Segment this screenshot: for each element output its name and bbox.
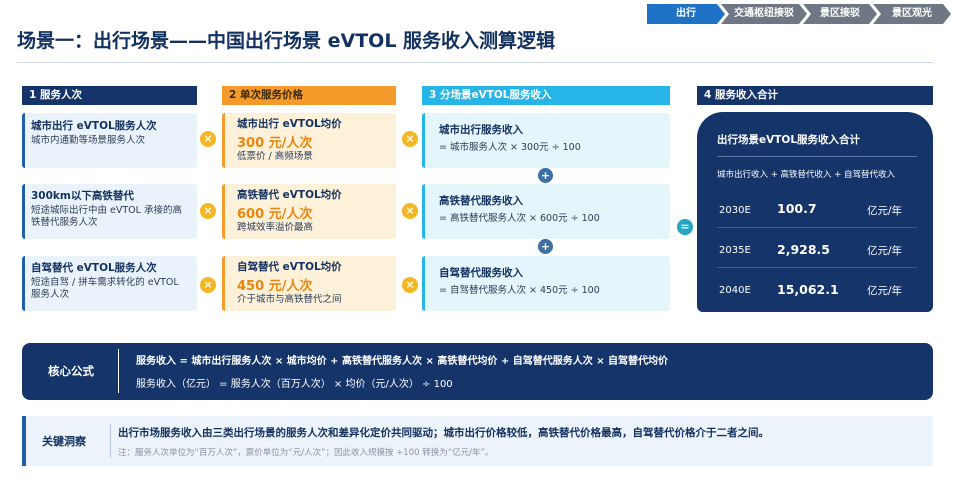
unit-label: 亿元/年 [867, 205, 903, 217]
revenue-total-panel: 出行场景eVTOL服务收入合计 城市出行收入 + 高铁替代收入 + 自驾替代收入… [697, 112, 933, 312]
row-divider [717, 267, 917, 268]
service-title: 300km以下高铁替代 [31, 190, 134, 202]
total-title: 出行场景eVTOL服务收入合计 [717, 134, 861, 146]
multiply-icon: × [200, 203, 216, 219]
revenue-formula: = 自驾替代服务人次 × 450元 ÷ 100 [439, 285, 600, 296]
price-title: 高铁替代 eVTOL均价 [237, 189, 342, 201]
multiply-icon: × [402, 203, 418, 219]
plus-icon: + [538, 168, 553, 183]
insight-note: 注：服务人次单位为“百万人次”，票价单位为“元/人次”；因此收入规模按 ÷100… [118, 448, 494, 458]
unit-label: 亿元/年 [867, 285, 903, 297]
total-value: 2,928.5 [777, 242, 830, 257]
price-value: 300 元/人次 [237, 136, 313, 151]
price-card-city: 城市出行 eVTOL均价 300 元/人次 低票价 / 高频场景 [222, 113, 396, 168]
revenue-card-rail: 高铁替代服务收入 = 高铁替代服务人次 × 600元 ÷ 100 [422, 184, 670, 239]
column-header-revenue-total: 4 服务收入合计 [697, 86, 933, 105]
total-value: 15,062.1 [777, 282, 839, 297]
year-label: 2035E [719, 245, 751, 256]
price-card-selfdrive: 自驾替代 eVTOL均价 450 元/人次 介于城市与高铁替代之间 [222, 256, 396, 311]
service-desc: 短途自驾 / 拼车需求转化的 eVTOL 服务人次 [31, 277, 179, 300]
insight-label: 关键洞察 [42, 435, 86, 448]
total-divider [717, 156, 917, 157]
column-header-service-count: 1 服务人次 [22, 86, 197, 105]
revenue-card-city: 城市出行服务收入 = 城市服务人次 × 300元 ÷ 100 [422, 113, 670, 168]
breadcrumb-tab-travel[interactable]: 出行 [647, 4, 725, 24]
price-title: 城市出行 eVTOL均价 [237, 118, 342, 130]
equals-icon: = [677, 219, 693, 235]
total-subtitle: 城市出行收入 + 高铁替代收入 + 自驾替代收入 [717, 170, 896, 180]
breadcrumb-tab-hub-transfer[interactable]: 交通枢纽接驳 [721, 4, 807, 24]
service-card-city: 城市出行 eVTOL服务人次 城市内通勤等场景服务人次 [22, 113, 197, 168]
revenue-title: 高铁替代服务收入 [439, 195, 523, 207]
key-insight-panel: 关键洞察 出行市场服务收入由三类出行场景的服务人次和差异化定价共同驱动；城市出行… [22, 416, 933, 466]
revenue-card-selfdrive: 自驾替代服务收入 = 自驾替代服务人次 × 450元 ÷ 100 [422, 256, 670, 311]
revenue-title: 城市出行服务收入 [439, 124, 523, 136]
page-title: 场景一：出行场景——中国出行场景 eVTOL 服务收入测算逻辑 [17, 30, 556, 52]
year-label: 2040E [719, 285, 751, 296]
service-desc: 城市内通勤等场景服务人次 [31, 135, 146, 146]
price-card-rail: 高铁替代 eVTOL均价 600 元/人次 跨城效率溢价最高 [222, 184, 396, 239]
formula-divider [118, 349, 119, 393]
multiply-icon: × [402, 277, 418, 293]
service-desc: 短途城际出行中由 eVTOL 承接的高铁替代服务人次 [31, 205, 182, 228]
price-value: 600 元/人次 [237, 207, 313, 222]
service-title: 自驾替代 eVTOL服务人次 [31, 262, 157, 274]
formula-label: 核心公式 [48, 364, 94, 378]
row-divider [717, 227, 917, 228]
plus-icon: + [538, 239, 553, 254]
column-header-unit-price: 2 单次服务价格 [222, 86, 396, 105]
price-title: 自驾替代 eVTOL均价 [237, 261, 342, 273]
revenue-formula: = 城市服务人次 × 300元 ÷ 100 [439, 142, 581, 153]
price-value: 450 元/人次 [237, 279, 313, 294]
service-card-rail: 300km以下高铁替代 短途城际出行中由 eVTOL 承接的高铁替代服务人次 [22, 184, 197, 239]
price-desc: 跨城效率溢价最高 [237, 222, 314, 233]
formula-line-1: 服务收入 = 城市出行服务人次 × 城市均价 + 高铁替代服务人次 × 高铁替代… [136, 356, 669, 367]
core-formula-panel: 核心公式 服务收入 = 城市出行服务人次 × 城市均价 + 高铁替代服务人次 ×… [22, 343, 933, 400]
service-title: 城市出行 eVTOL服务人次 [31, 120, 157, 132]
multiply-icon: × [402, 131, 418, 147]
price-desc: 低票价 / 高频场景 [237, 151, 313, 162]
insight-divider [110, 424, 111, 458]
price-desc: 介于城市与高铁替代之间 [237, 294, 342, 305]
multiply-icon: × [200, 277, 216, 293]
column-header-scenario-revenue: 3 分场景eVTOL服务收入 [422, 86, 670, 105]
breadcrumb-tab-scenic-transfer[interactable]: 景区接驳 [803, 4, 877, 24]
insight-text: 出行市场服务收入由三类出行场景的服务人次和差异化定价共同驱动；城市出行价格较低，… [118, 427, 769, 439]
revenue-title: 自驾替代服务收入 [439, 267, 523, 279]
formula-line-2: 服务收入（亿元） = 服务人次（百万人次） × 均价（元/人次） ÷ 100 [136, 379, 453, 390]
year-label: 2030E [719, 205, 751, 216]
breadcrumb-tab-scenic-sightseeing[interactable]: 景区观光 [873, 4, 951, 24]
title-divider [17, 62, 933, 63]
total-value: 100.7 [777, 201, 817, 216]
revenue-formula: = 高铁替代服务人次 × 600元 ÷ 100 [439, 213, 600, 224]
service-card-selfdrive: 自驾替代 eVTOL服务人次 短途自驾 / 拼车需求转化的 eVTOL 服务人次 [22, 256, 197, 311]
unit-label: 亿元/年 [867, 245, 903, 257]
multiply-icon: × [200, 131, 216, 147]
